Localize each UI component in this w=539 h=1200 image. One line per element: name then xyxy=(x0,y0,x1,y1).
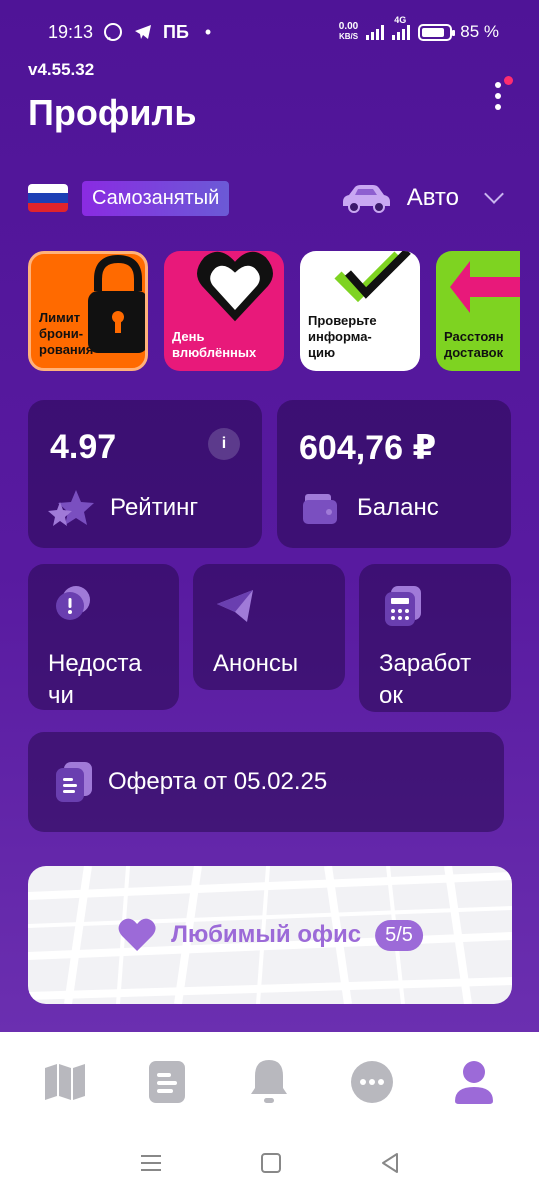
nav-profile[interactable] xyxy=(446,1054,502,1110)
nav-chat[interactable] xyxy=(344,1054,400,1110)
shortcut-shortages[interactable]: Недоста чи xyxy=(28,564,179,710)
shortcut-announcements[interactable]: Анонсы xyxy=(193,564,345,690)
nav-map[interactable] xyxy=(37,1054,93,1110)
shortcut-label: Анонсы xyxy=(213,650,299,677)
favorite-office-card[interactable]: Любимый офис 5/5 xyxy=(28,866,512,1004)
balance-value: 604,76 ₽ xyxy=(299,429,437,467)
notification-dot: • xyxy=(204,21,212,42)
vehicle-selector[interactable]: Авто xyxy=(339,182,515,214)
battery-icon xyxy=(418,23,456,41)
story-valentines-day[interactable]: День влюблённых xyxy=(164,251,284,371)
notification-text: ПБ xyxy=(163,21,189,42)
network-speed: 0.00 KB/S xyxy=(338,21,359,42)
favorite-office-count: 5/5 xyxy=(375,919,423,951)
story-booking-limit[interactable]: Лимит брони- рования xyxy=(28,251,148,371)
rating-card[interactable]: 4.97 i Рейтинг xyxy=(28,400,262,548)
clock: 19:13 xyxy=(48,21,94,42)
car-icon xyxy=(342,185,390,213)
page-title: Профиль xyxy=(28,92,197,133)
profile-screen: 19:13 ПБ • 0.00 KB/S 4G 85 % v4.55.32 Пр… xyxy=(0,0,539,1032)
shortcut-label: Недоста чи xyxy=(48,650,142,709)
chat-icon xyxy=(350,1061,393,1103)
status-bar: 19:13 ПБ • 0.00 KB/S 4G 85 % xyxy=(48,15,499,46)
bell-icon xyxy=(251,1060,288,1103)
favorite-office-label: Любимый офис xyxy=(171,921,362,948)
chevron-down-icon xyxy=(484,184,504,204)
story-label: День влюблённых xyxy=(172,329,257,360)
shortcut-label: Заработ ок xyxy=(379,650,472,709)
home-icon[interactable] xyxy=(260,1152,282,1174)
vehicle-label: Авто xyxy=(406,184,459,211)
heart-icon xyxy=(118,918,156,951)
nav-documents[interactable] xyxy=(139,1054,195,1110)
stories-carousel: Лимит брони- рования День влюблённых Про… xyxy=(28,251,539,373)
balance-label: Баланс xyxy=(357,494,439,521)
shortcut-earnings[interactable]: Заработ ок xyxy=(359,564,511,712)
alert-icon xyxy=(56,586,90,620)
info-icon[interactable]: i xyxy=(208,428,240,460)
wallet-icon xyxy=(303,494,337,524)
system-navigation xyxy=(0,1140,539,1186)
story-label: Лимит брони- рования xyxy=(39,310,94,357)
story-label: Расстоян доставок xyxy=(444,329,504,360)
app-version: v4.55.32 xyxy=(28,60,95,79)
document-icon xyxy=(149,1061,186,1103)
employment-row: Самозанятый Авто xyxy=(28,180,515,216)
battery-percent: 85 % xyxy=(460,22,499,41)
document-stack-icon xyxy=(56,762,92,802)
whatsapp-icon xyxy=(104,23,123,41)
back-icon[interactable] xyxy=(379,1152,401,1174)
balance-card[interactable]: 604,76 ₽ Баланс xyxy=(277,400,511,548)
mobile-signal-icon: 4G xyxy=(392,15,411,40)
bottom-navigation xyxy=(0,1032,539,1132)
offer-label: Оферта от 05.02.25 xyxy=(108,768,328,795)
russia-flag-icon xyxy=(28,184,68,212)
telegram-icon xyxy=(135,25,152,39)
story-check-info[interactable]: Проверьте информа- цию xyxy=(300,251,420,371)
calculator-icon xyxy=(385,586,421,626)
stars-icon xyxy=(48,490,94,526)
recent-apps-icon[interactable] xyxy=(139,1153,163,1173)
story-label: Проверьте информа- цию xyxy=(308,313,377,360)
map-icon xyxy=(45,1064,86,1100)
notification-badge xyxy=(504,76,513,85)
rating-label: Рейтинг xyxy=(110,494,199,521)
offer-card[interactable]: Оферта от 05.02.25 xyxy=(28,732,504,832)
signal-icon xyxy=(366,24,385,40)
profile-icon xyxy=(454,1061,493,1104)
rating-value: 4.97 xyxy=(50,428,117,466)
paper-plane-icon xyxy=(217,590,253,622)
more-menu-button[interactable] xyxy=(485,76,515,114)
story-delivery-distance[interactable]: Расстоян доставок xyxy=(436,251,520,371)
nav-notifications[interactable] xyxy=(241,1054,297,1110)
employment-status-badge: Самозанятый xyxy=(82,180,230,216)
